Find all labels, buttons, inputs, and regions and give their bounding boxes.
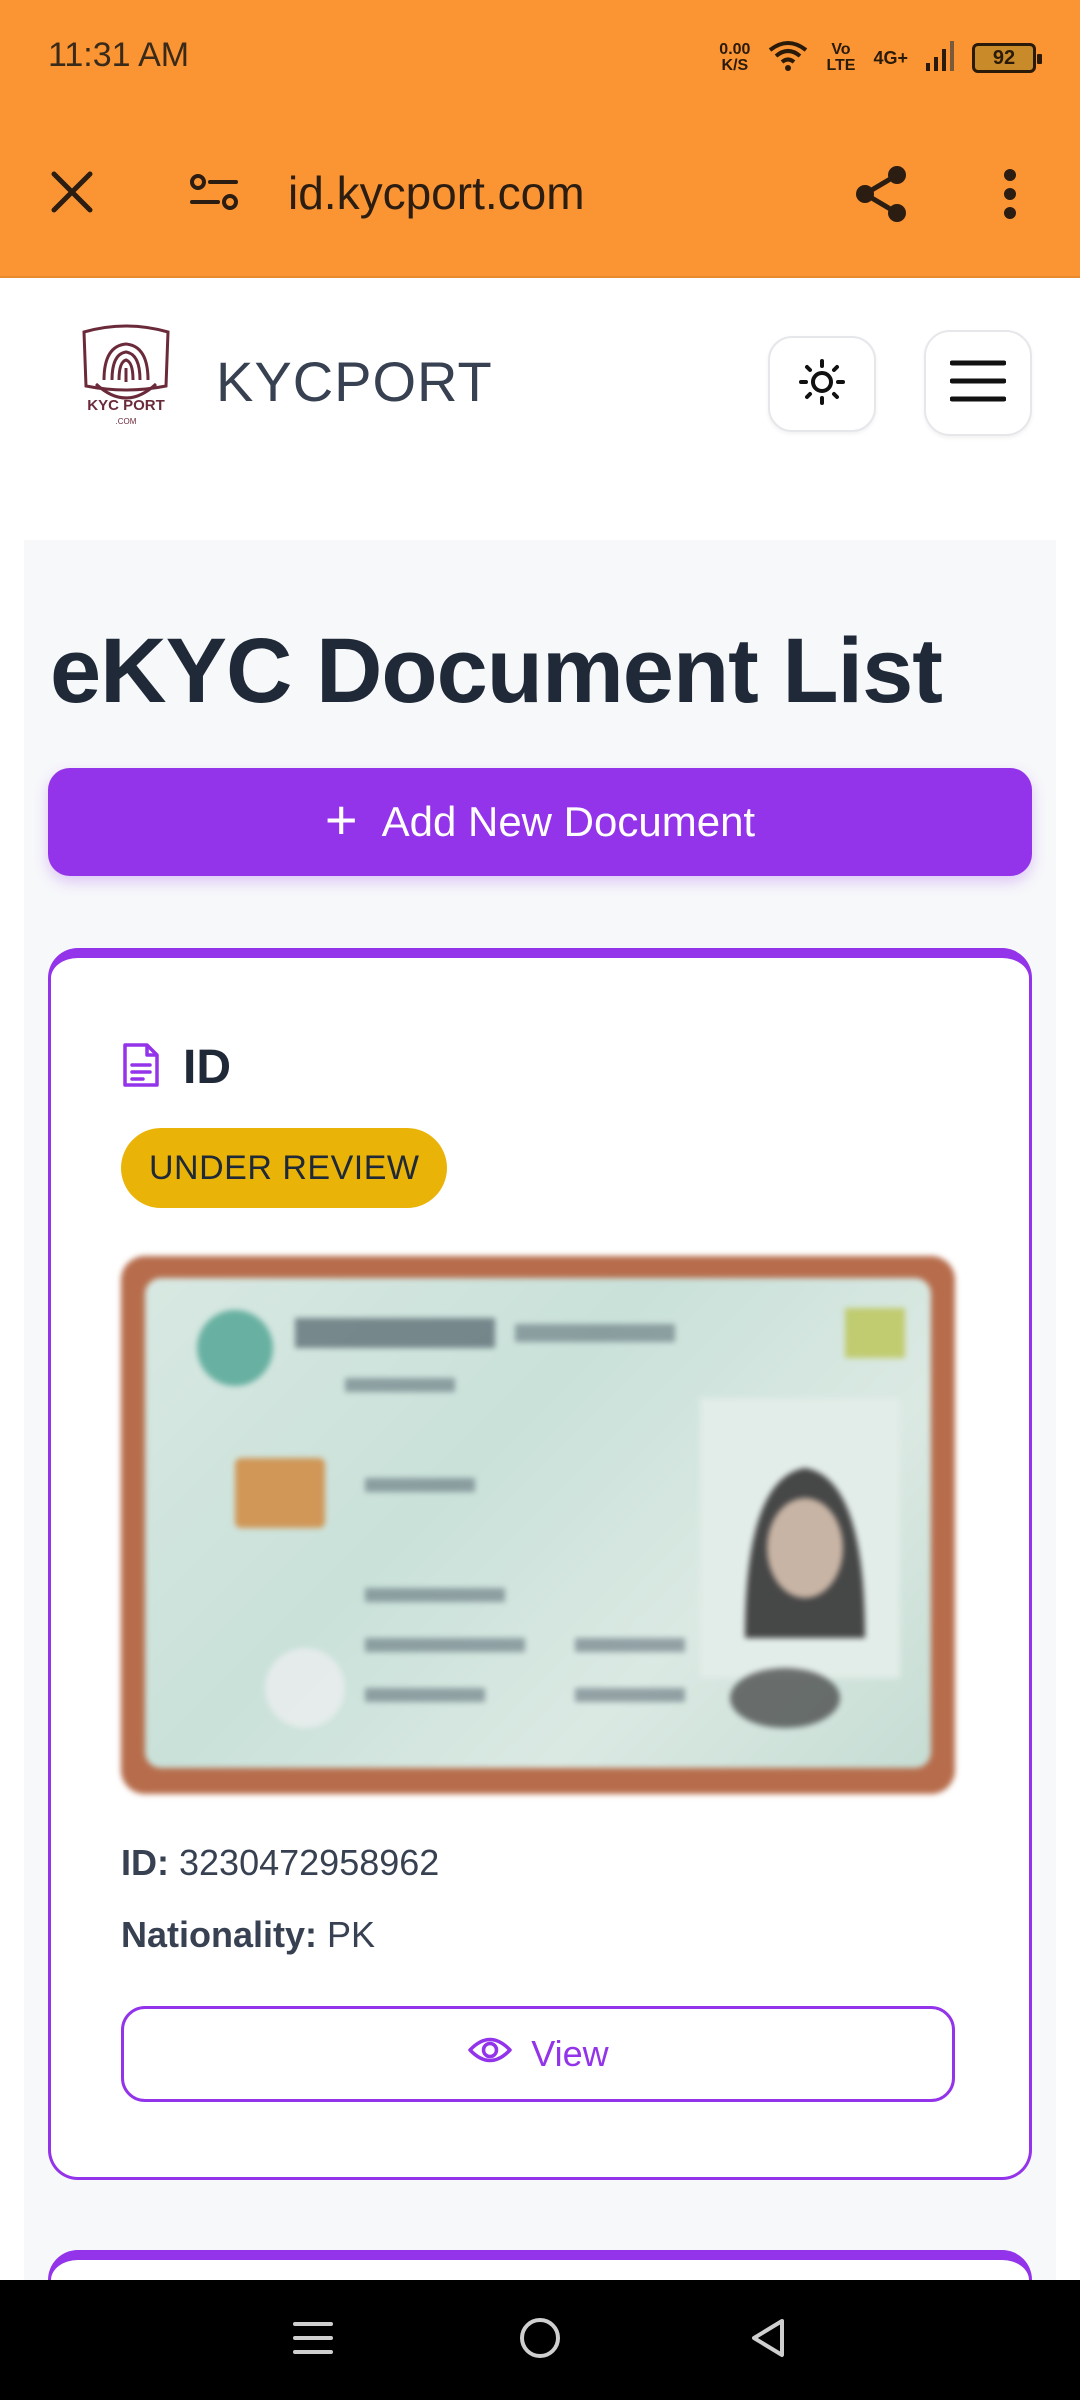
menu-button[interactable] — [924, 330, 1032, 436]
browser-toolbar: id.kycport.com — [0, 130, 1080, 260]
volte-indicator: Vo LTE — [826, 42, 855, 74]
status-time: 11:31 AM — [48, 36, 190, 74]
battery-level: 92 — [992, 46, 1016, 69]
sun-icon — [798, 358, 846, 411]
site-settings-icon — [188, 170, 240, 219]
home-icon — [517, 2315, 563, 2366]
plus-icon: + — [324, 788, 358, 851]
kycport-logo[interactable]: KYC PORT .COM — [74, 324, 178, 434]
add-new-document-label: Add New Document — [381, 798, 756, 845]
more-vert-icon — [1003, 168, 1017, 225]
add-new-document-button[interactable]: + Add New Document — [48, 768, 1032, 876]
document-type: ID — [183, 1041, 231, 1094]
volte-line1: Vo — [831, 41, 851, 58]
view-label: View — [531, 2033, 609, 2074]
nationality-field: Nationality: PK — [121, 1914, 375, 1956]
share-icon — [853, 165, 911, 228]
document-list-panel: eKYC Document List + Add New Document ID… — [24, 540, 1056, 2290]
brand-name[interactable]: KYCPORT — [216, 350, 493, 414]
document-id-value: 3230472958962 — [179, 1842, 440, 1883]
network-speed-value: 0.00 — [719, 41, 751, 58]
svg-text:KYC PORT: KYC PORT — [87, 397, 165, 414]
status-badge: UNDER REVIEW — [121, 1128, 448, 1208]
hamburger-menu-icon — [949, 359, 1007, 408]
nationality-label: Nationality: — [121, 1914, 318, 1955]
recents-button[interactable] — [273, 2300, 353, 2380]
home-button[interactable] — [500, 2300, 580, 2380]
browser-chrome: 11:31 AM 0.00 K/S Vo LTE 4G+ 92 id.kycpo… — [0, 0, 1080, 278]
close-icon — [48, 168, 96, 221]
back-icon — [746, 2315, 788, 2366]
document-icon — [121, 1041, 161, 1094]
document-card-header: ID — [121, 1040, 231, 1095]
site-settings-button[interactable] — [182, 162, 246, 226]
signal-icon — [926, 40, 954, 76]
battery-indicator: 92 — [972, 43, 1042, 73]
status-bar: 11:31 AM 0.00 K/S Vo LTE 4G+ 92 — [0, 0, 1080, 115]
svg-text:.COM: .COM — [116, 417, 137, 426]
recents-icon — [291, 2316, 335, 2365]
document-id-label: ID: — [121, 1842, 169, 1883]
nationality-value: PK — [327, 1914, 376, 1955]
back-button[interactable] — [727, 2300, 807, 2380]
page-title: eKYC Document List — [50, 620, 943, 722]
close-button[interactable] — [40, 162, 104, 226]
url-bar[interactable]: id.kycport.com — [288, 160, 585, 226]
more-options-button[interactable] — [980, 160, 1040, 232]
wifi-icon — [768, 40, 808, 77]
document-card: ID UNDER REVIEW ID: 3230472958962 Nation… — [48, 948, 1032, 2180]
eye-icon — [467, 2033, 513, 2076]
id-card-image[interactable] — [121, 1256, 955, 1794]
volte-line2: LTE — [826, 57, 856, 74]
network-type: 4G+ — [873, 47, 908, 68]
network-speed-unit: K/S — [721, 57, 749, 74]
share-button[interactable] — [846, 160, 918, 232]
network-speed: 0.00 K/S — [719, 42, 750, 74]
site-header: KYC PORT .COM KYCPORT — [0, 280, 1080, 500]
status-icons: 0.00 K/S Vo LTE 4G+ 92 — [719, 36, 1042, 80]
view-document-button[interactable]: View — [121, 2006, 955, 2102]
system-nav-bar — [0, 2280, 1080, 2400]
document-id-field: ID: 3230472958962 — [121, 1842, 439, 1884]
theme-toggle-button[interactable] — [768, 336, 876, 432]
